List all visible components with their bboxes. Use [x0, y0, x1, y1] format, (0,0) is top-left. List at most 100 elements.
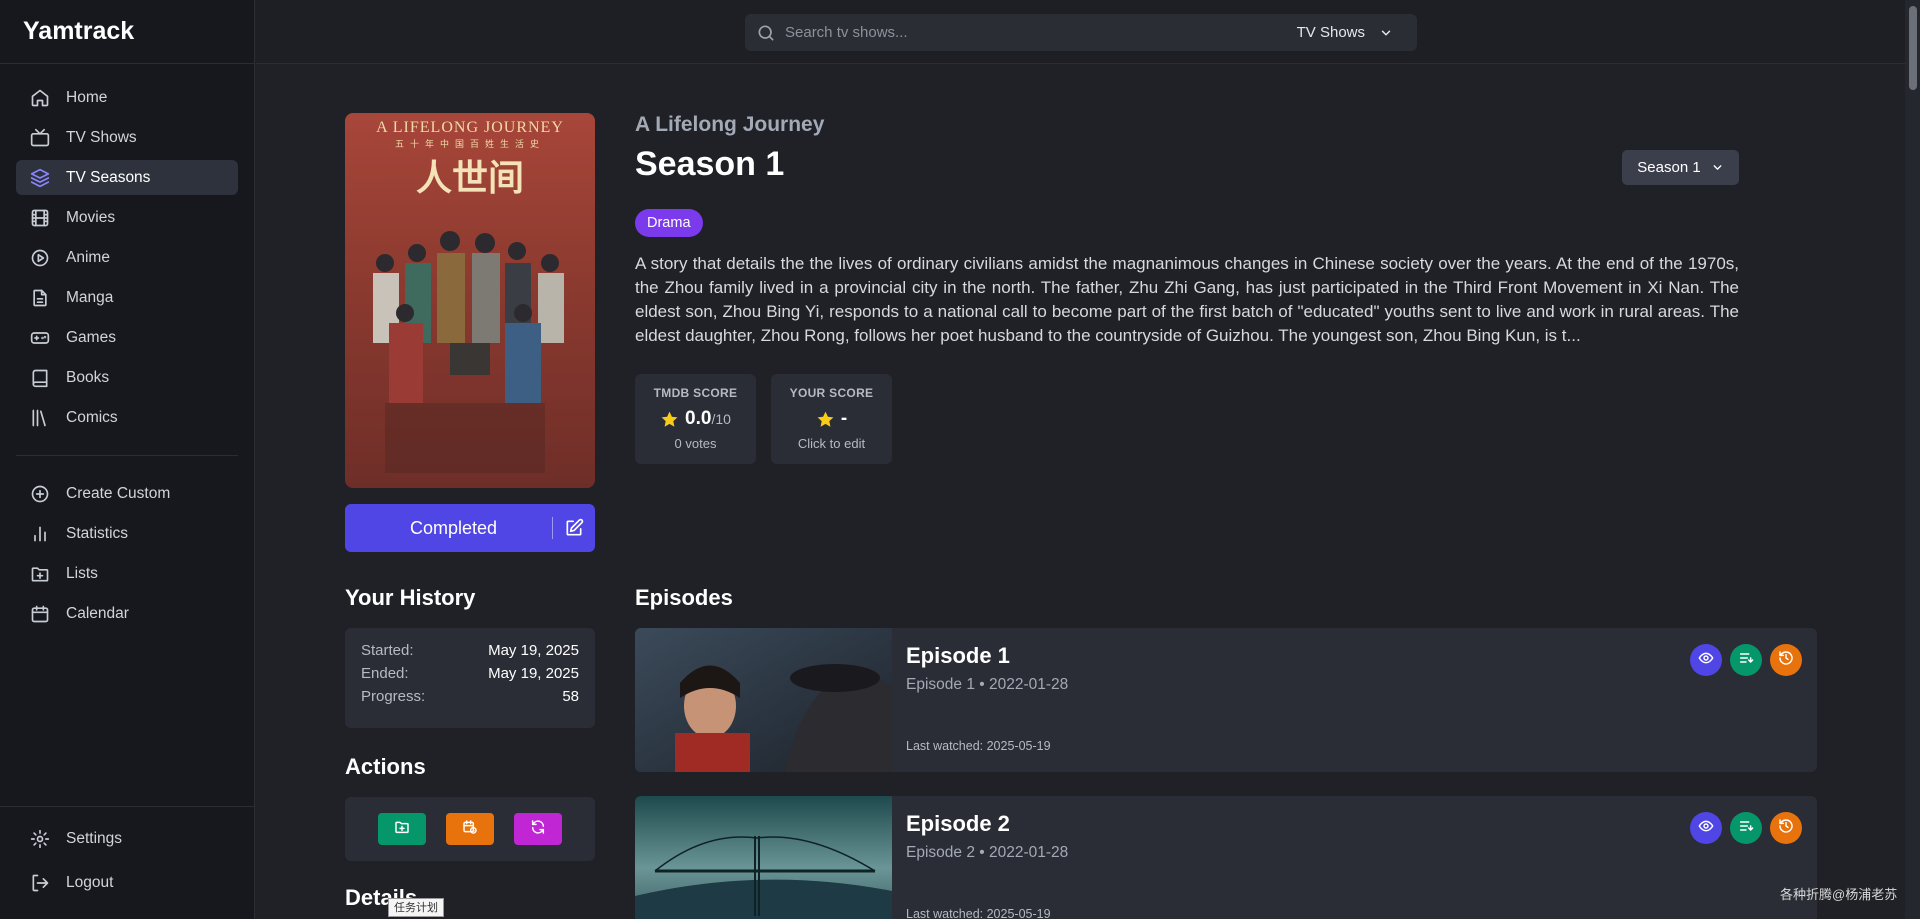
season-select-label: Season 1 [1637, 159, 1701, 176]
calendar-icon [30, 604, 50, 624]
sidebar-item-label: Manga [66, 288, 114, 306]
sidebar-item-comics[interactable]: Comics [16, 400, 238, 435]
gamepad-icon [30, 328, 50, 348]
logout-icon [30, 873, 50, 893]
add-to-queue-button[interactable] [1730, 644, 1762, 676]
tmdb-score-value: 0.0 [685, 408, 712, 429]
add-to-list-button[interactable] [378, 813, 426, 845]
episode-actions [1690, 812, 1802, 844]
mark-watched-button[interactable] [1690, 644, 1722, 676]
genre-badge[interactable]: Drama [635, 209, 703, 237]
episode-last-watched: Last watched: 2025-05-19 [906, 907, 1051, 919]
status-button[interactable]: Completed [345, 504, 595, 552]
play-circle-icon [30, 248, 50, 268]
tmdb-score-label: TMDB SCORE [653, 386, 738, 400]
tmdb-votes: 0 votes [674, 436, 717, 451]
history-card: Started: May 19, 2025 Ended: May 19, 202… [345, 628, 595, 728]
sidebar-item-tv-seasons[interactable]: TV Seasons [16, 160, 238, 195]
sidebar-item-books[interactable]: Books [16, 360, 238, 395]
tmdb-score-denominator: /10 [711, 411, 731, 427]
scrollbar-thumb[interactable] [1909, 6, 1917, 90]
file-icon [30, 288, 50, 308]
status-label: Completed [409, 517, 498, 538]
sidebar-item-settings[interactable]: Settings [16, 821, 238, 856]
sidebar-item-calendar[interactable]: Calendar [16, 596, 238, 631]
watermark: 各种折腾@杨浦老苏 [1780, 887, 1898, 902]
sidebar-item-statistics[interactable]: Statistics [16, 516, 238, 551]
history-button[interactable] [1770, 812, 1802, 844]
show-title-link[interactable]: A Lifelong Journey [635, 113, 824, 137]
sidebar-tools: Create Custom Statistics Lists Calendar [0, 476, 254, 631]
episode-actions [1690, 644, 1802, 676]
search-icon [755, 22, 777, 44]
page-title: Season 1 [635, 145, 785, 183]
history-row-started: Started: May 19, 2025 [361, 642, 579, 659]
episode-thumbnail [635, 628, 892, 772]
history-title: Your History [345, 585, 476, 610]
tmdb-score-value-row: 0.0 /10 [635, 408, 756, 430]
sidebar-item-label: Home [66, 88, 108, 106]
history-value: May 19, 2025 [488, 665, 579, 682]
episode-thumbnail [635, 796, 892, 919]
list-plus-icon [1738, 650, 1754, 671]
sidebar-item-label: Comics [66, 408, 118, 426]
mark-watched-button[interactable] [1690, 812, 1722, 844]
star-icon [816, 410, 835, 429]
tv-icon [30, 128, 50, 148]
sidebar-item-label: TV Shows [66, 128, 137, 146]
sidebar-item-label: Settings [66, 829, 123, 847]
edit-icon[interactable] [553, 518, 595, 538]
media-type-label: TV Shows [1296, 24, 1365, 41]
topbar: TV Shows [256, 0, 1920, 64]
sidebar-item-label: Games [66, 328, 116, 346]
history-key: Started: [361, 642, 414, 659]
sidebar-item-games[interactable]: Games [16, 320, 238, 355]
sidebar-item-label: Anime [66, 248, 110, 266]
actions-card [345, 797, 595, 861]
sidebar-item-label: Movies [66, 208, 116, 226]
add-to-queue-button[interactable] [1730, 812, 1762, 844]
history-button[interactable] [1770, 644, 1802, 676]
layers-icon [30, 168, 50, 188]
episode-meta: Episode 2 • 2022-01-28 [906, 844, 1069, 861]
sidebar-item-logout[interactable]: Logout [16, 865, 238, 900]
poster-figures [373, 231, 564, 473]
sidebar-nav: Home TV Shows TV Seasons Movies Anime Ma… [0, 64, 254, 435]
media-type-select[interactable]: TV Shows [1297, 14, 1393, 51]
sidebar-item-label: Calendar [66, 604, 129, 622]
sidebar-item-label: Books [66, 368, 110, 386]
sidebar-bottom: Settings Logout [0, 806, 254, 909]
sidebar-item-anime[interactable]: Anime [16, 240, 238, 275]
sidebar-item-tv-shows[interactable]: TV Shows [16, 120, 238, 155]
episode-card: Episode 2 Episode 2 • 2022-01-28 Last wa… [635, 796, 1817, 919]
sidebar-item-lists[interactable]: Lists [16, 556, 238, 591]
chevron-down-icon [1711, 161, 1724, 174]
search-input[interactable] [785, 24, 1265, 41]
sidebar-item-home[interactable]: Home [16, 80, 238, 115]
episode-meta: Episode 1 • 2022-01-28 [906, 676, 1069, 693]
season-select[interactable]: Season 1 [1622, 150, 1739, 185]
schedule-button[interactable] [446, 813, 494, 845]
your-score-value-row: - [771, 408, 892, 430]
episode-title: Episode 2 [906, 811, 1010, 836]
book-icon [30, 368, 50, 388]
chevron-down-icon [1379, 26, 1393, 40]
sidebar-item-manga[interactable]: Manga [16, 280, 238, 315]
app-logo[interactable]: Yamtrack [0, 0, 254, 64]
sidebar-item-label: TV Seasons [66, 168, 151, 186]
your-score-card[interactable]: YOUR SCORE - Click to edit [771, 374, 892, 464]
sidebar-item-create-custom[interactable]: Create Custom [16, 476, 238, 511]
history-row-ended: Ended: May 19, 2025 [361, 665, 579, 682]
sync-button[interactable] [514, 813, 562, 845]
poster-image: A LIFELONG JOURNEY 五十年中国百姓生活史 人世间 [345, 113, 595, 488]
sidebar-item-movies[interactable]: Movies [16, 200, 238, 235]
film-icon [30, 208, 50, 228]
sidebar-divider [16, 455, 238, 456]
tooltip: 任务计划 [388, 898, 444, 917]
your-score-value: - [840, 408, 848, 429]
gear-icon [30, 829, 50, 849]
history-key: Progress: [361, 688, 426, 705]
history-row-progress: Progress: 58 [361, 688, 579, 705]
history-key: Ended: [361, 665, 409, 682]
page-scrollbar[interactable] [1905, 0, 1920, 919]
